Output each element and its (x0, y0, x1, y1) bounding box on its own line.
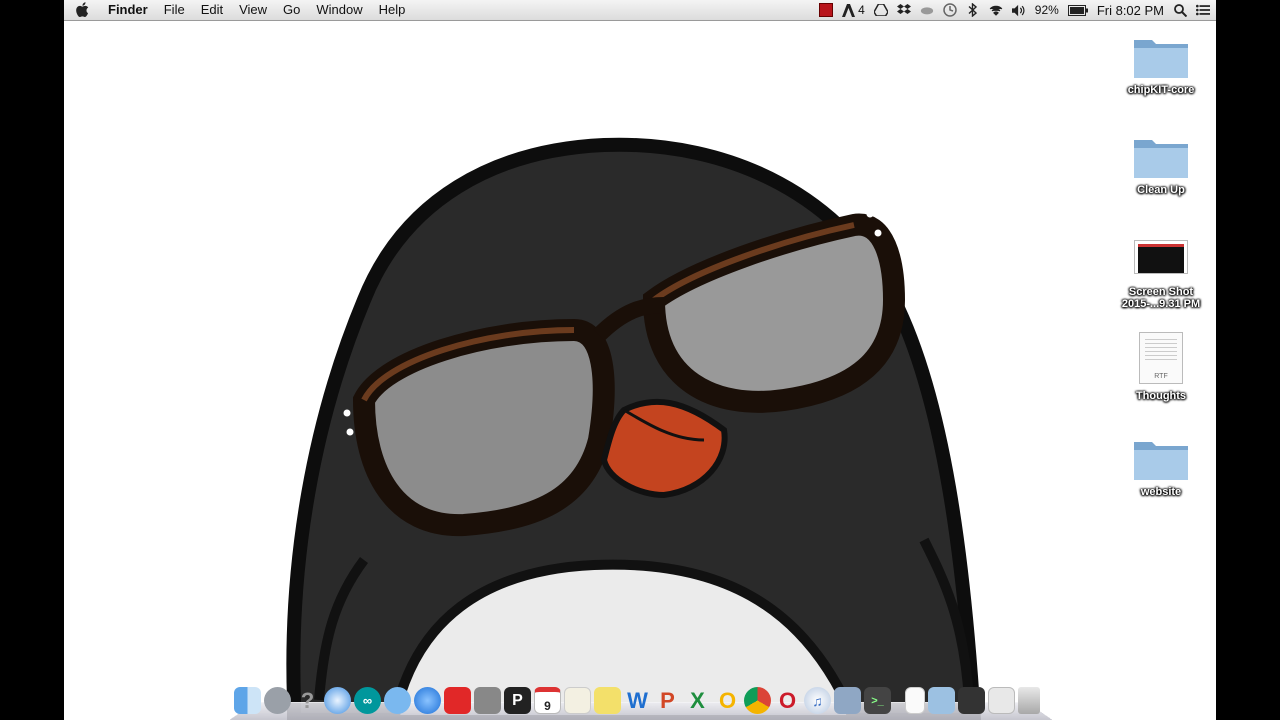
launchpad-icon[interactable] (264, 687, 291, 714)
bluetooth-icon[interactable] (966, 3, 980, 17)
desktop-item-screen-shot[interactable]: Screen Shot 2015-...9.31 PM (1106, 240, 1216, 310)
folder-icon (1132, 436, 1190, 482)
itunes-icon[interactable]: ♫ (804, 687, 831, 714)
safari-icon[interactable] (324, 687, 351, 714)
desktop-item-label: Screen Shot (1128, 286, 1194, 298)
time-machine-icon[interactable] (943, 3, 957, 17)
menu-go[interactable]: Go (275, 0, 308, 20)
menu-clock[interactable]: Fri 8:02 PM (1097, 3, 1164, 18)
penguin-wallpaper (286, 137, 982, 720)
record-icon[interactable] (819, 3, 834, 17)
battery-percent[interactable]: 92% (1035, 3, 1059, 17)
powerpoint-icon[interactable]: P (654, 687, 681, 714)
notification-center-icon[interactable] (1196, 3, 1210, 17)
trash-icon[interactable] (1018, 687, 1040, 714)
rtf-document-icon: RTF (1139, 332, 1183, 384)
calendar-day: 9 (544, 698, 551, 713)
desktop-item-clean-up[interactable]: Clean Up (1106, 134, 1216, 196)
desktop-item-chipkit-core[interactable]: chipKIT-core (1106, 34, 1216, 96)
menu-file[interactable]: File (156, 0, 193, 20)
volume-icon[interactable] (1011, 3, 1026, 17)
mail-stack-icon[interactable] (988, 687, 1015, 714)
desktop-item-label: Clean Up (1137, 184, 1185, 196)
screenshot-file-icon (1134, 240, 1188, 274)
menu-edit[interactable]: Edit (193, 0, 231, 20)
outlook-icon[interactable]: O (714, 687, 741, 714)
downloads-icon[interactable] (958, 687, 985, 714)
chrome-icon[interactable] (744, 687, 771, 714)
menu-help[interactable]: Help (371, 0, 414, 20)
pages-icon[interactable]: P (504, 687, 531, 714)
calendar-icon[interactable]: 9 (534, 687, 561, 714)
adobe-count: 4 (858, 3, 865, 17)
folder-icon (1132, 34, 1190, 80)
adobe-icon[interactable]: 4 (842, 3, 865, 17)
dropbox-icon[interactable] (896, 3, 911, 17)
menu-bar: Finder File Edit View Go Window Help 4 9… (64, 0, 1216, 21)
rtf-badge: RTF (1154, 373, 1168, 380)
excel-icon[interactable]: X (684, 687, 711, 714)
messages-icon[interactable] (384, 687, 411, 714)
help-icon[interactable]: ? (294, 687, 321, 714)
desktop-item-label: Thoughts (1135, 390, 1187, 402)
photos-icon[interactable] (834, 687, 861, 714)
dock: ? ∞ P 9 W P X O O ♫ >_ (228, 686, 1054, 720)
arduino-icon[interactable]: ∞ (354, 687, 381, 714)
stickies-icon[interactable] (594, 687, 621, 714)
folder-icon[interactable] (928, 687, 955, 714)
desktop-item-label: chipKIT-core (1127, 84, 1195, 96)
flipboard-icon[interactable] (444, 687, 471, 714)
opera-icon[interactable]: O (774, 687, 801, 714)
menu-view[interactable]: View (231, 0, 275, 20)
apple-menu-icon[interactable] (64, 0, 100, 20)
terminal-icon[interactable]: >_ (864, 687, 891, 714)
desktop-item-website[interactable]: website (1106, 436, 1216, 498)
preview-icon[interactable] (474, 687, 501, 714)
wifi-icon[interactable] (989, 3, 1003, 17)
folder-icon (1132, 134, 1190, 180)
battery-icon[interactable] (1067, 3, 1088, 17)
cloud-icon[interactable] (920, 3, 934, 17)
google-drive-icon[interactable] (873, 3, 888, 17)
desktop-item-label: website (1140, 486, 1182, 498)
document-icon[interactable] (905, 687, 925, 714)
menu-window[interactable]: Window (308, 0, 370, 20)
spotlight-search-icon[interactable] (1173, 3, 1187, 17)
desktop-item-thoughts[interactable]: RTF Thoughts (1106, 332, 1216, 402)
notes-icon[interactable] (564, 687, 591, 714)
app-store-icon[interactable] (414, 687, 441, 714)
desktop: Finder File Edit View Go Window Help 4 9… (64, 0, 1216, 720)
finder-icon[interactable] (234, 687, 261, 714)
word-icon[interactable]: W (624, 687, 651, 714)
desktop-item-label-line2: 2015-...9.31 PM (1121, 298, 1201, 310)
menu-app-finder[interactable]: Finder (100, 0, 156, 20)
